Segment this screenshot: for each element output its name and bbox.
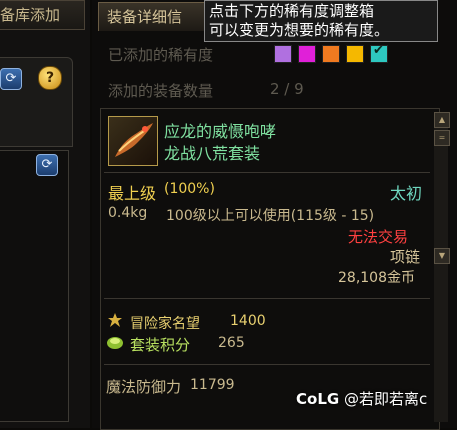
refresh-small-icon[interactable]: ⟳ <box>36 154 58 176</box>
watermark-logo: CoLG <box>296 390 340 408</box>
tab-equipment-detail[interactable]: 装备详细信 <box>98 2 218 31</box>
fame-icon <box>106 311 124 329</box>
rarity-label: 已添加的稀有度 <box>108 46 214 64</box>
magic-defense-value: 11799 <box>190 377 235 393</box>
dragon-icon <box>115 123 153 157</box>
tooltip-line-1: 点击下方的稀有度调整箱 <box>209 2 375 20</box>
adventurer-fame-value: 1400 <box>230 313 266 329</box>
scroll-down-icon[interactable]: ▼ <box>434 248 450 264</box>
set-points-icon <box>106 334 124 350</box>
rarity-tooltip: 点击下方的稀有度调整箱 可以变更为想要的稀有度。 <box>204 0 438 42</box>
rarity-swatch-purple[interactable] <box>274 45 292 63</box>
item-name: 应龙的威慑咆哮 <box>164 122 277 141</box>
equipment-count-label: 添加的装备数量 <box>108 82 214 100</box>
set-points-value: 265 <box>218 335 245 351</box>
check-icon: ✔ <box>373 43 384 58</box>
item-level-requirement: 100级以上可以使用(115级 - 15) <box>166 208 375 224</box>
rarity-swatch-gold[interactable] <box>346 45 364 63</box>
set-points-label: 套装积分 <box>130 336 191 354</box>
item-type: 项链 <box>390 248 421 266</box>
adventurer-fame-label: 冒险家名望 <box>130 316 200 332</box>
watermark: CoLG @若即若离c <box>296 388 427 409</box>
help-icon[interactable]: ? <box>38 66 62 90</box>
scrollbar[interactable] <box>434 112 448 422</box>
divider-2 <box>104 298 430 299</box>
item-grade-percent: (100%) <box>164 181 215 197</box>
item-icon <box>108 116 158 166</box>
item-grade: 最上级 <box>108 184 157 203</box>
item-trade-status: 无法交易 <box>348 228 409 246</box>
scroll-up-icon[interactable]: ▲ <box>434 112 450 128</box>
divider-3 <box>104 364 430 365</box>
item-price: 28,108金币 <box>338 270 415 286</box>
refresh-icon[interactable]: ⟳ <box>0 68 22 90</box>
rarity-swatch-orange[interactable] <box>322 45 340 63</box>
tooltip-line-2: 可以变更为想要的稀有度。 <box>209 21 390 39</box>
left-lower-box <box>0 150 69 422</box>
item-set-name: 龙战八荒套装 <box>164 144 261 163</box>
watermark-text: @若即若离c <box>343 390 428 408</box>
equipment-count-value: 2 / 9 <box>270 80 304 98</box>
scroll-thumb[interactable]: = <box>434 130 450 146</box>
divider-1 <box>104 172 430 173</box>
rarity-swatch-primeval[interactable]: ✔ <box>370 43 388 63</box>
rarity-swatch-pink[interactable] <box>298 45 316 63</box>
magic-defense-label: 魔法防御力 <box>106 378 182 396</box>
item-rarity-name: 太初 <box>390 184 423 203</box>
item-weight: 0.4kg <box>108 205 148 221</box>
left-tab[interactable]: 备库添加 <box>0 0 85 30</box>
